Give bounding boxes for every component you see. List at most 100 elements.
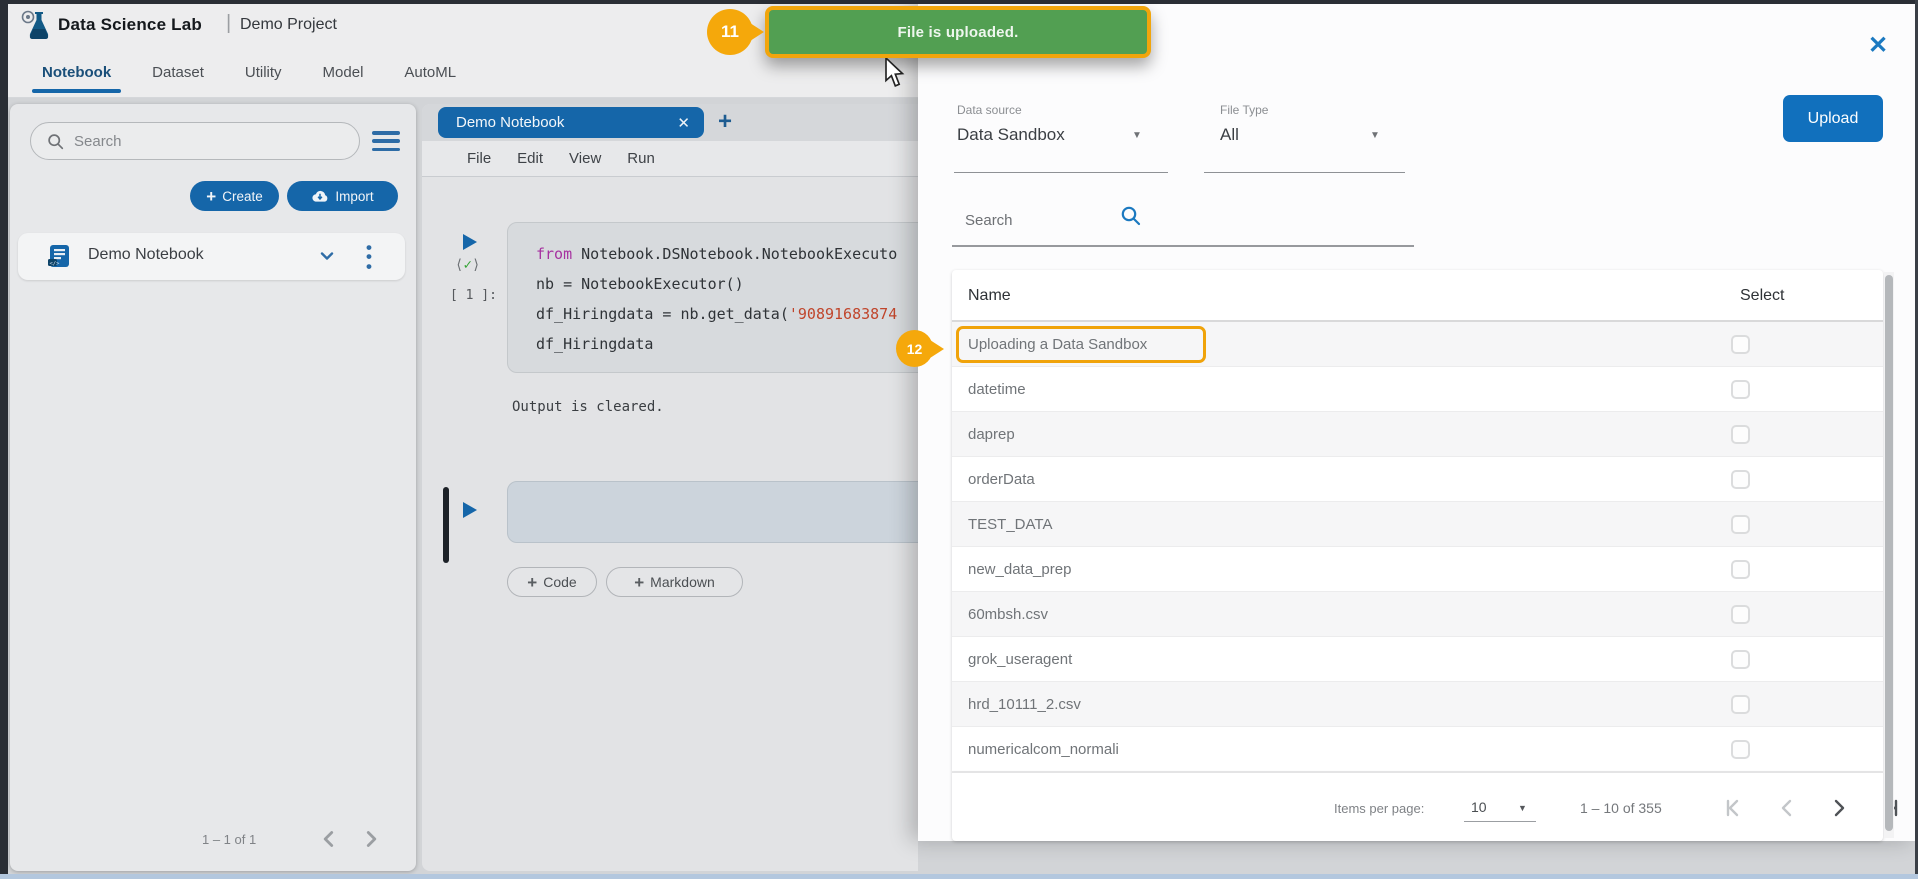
run-cell-button[interactable]	[463, 234, 477, 250]
sidebar-search-placeholder: Search	[74, 133, 122, 150]
dropdown-arrow-icon: ▼	[1132, 130, 1142, 141]
toast-message: File is uploaded.	[898, 24, 1019, 41]
upload-button[interactable]: Upload	[1783, 95, 1883, 142]
plus-icon: +	[634, 574, 644, 591]
svg-text:</>: </>	[50, 261, 61, 267]
code-line: from Notebook.DSNotebook.NotebookExecuto	[536, 239, 918, 269]
row-select-checkbox[interactable]	[1731, 515, 1750, 534]
create-button[interactable]: + Create	[190, 181, 279, 211]
dropdown-arrow-icon[interactable]: ▼	[1518, 803, 1527, 813]
menu-run[interactable]: Run	[627, 150, 655, 167]
search-icon[interactable]	[1120, 205, 1142, 227]
row-name: TEST_DATA	[968, 516, 1052, 533]
column-header-select: Select	[1740, 287, 1784, 305]
app-title: Data Science Lab	[58, 15, 202, 35]
scrollbar-track[interactable]	[1884, 272, 1894, 838]
row-name: 60mbsh.csv	[968, 606, 1048, 623]
new-tab-icon[interactable]: +	[718, 108, 732, 136]
notebook-icon: </>	[46, 243, 72, 269]
file-type-value: All	[1220, 125, 1239, 145]
row-select-checkbox[interactable]	[1731, 380, 1750, 399]
notebook-tab-demo-notebook[interactable]: Demo Notebook ✕	[438, 107, 704, 138]
sidebar-pagination: 1 – 1 of 1	[10, 826, 416, 856]
table-row[interactable]: 60mbsh.csv	[952, 592, 1883, 637]
search-icon	[47, 133, 64, 150]
row-name: orderData	[968, 471, 1035, 488]
cell-executed-icon: ⟨✓⟩	[455, 257, 480, 273]
table-row[interactable]: orderData	[952, 457, 1883, 502]
column-header-name: Name	[968, 287, 1011, 305]
window-frame-left	[0, 0, 8, 879]
table-row[interactable]: Uploading a Data Sandbox	[952, 322, 1883, 367]
notebook-tab-title: Demo Notebook	[456, 114, 677, 131]
dropdown-arrow-icon: ▼	[1370, 130, 1380, 141]
data-source-value: Data Sandbox	[957, 125, 1065, 145]
chevron-down-icon[interactable]	[318, 247, 336, 265]
menu-file[interactable]: File	[467, 150, 491, 167]
annotation-badge-12: 12	[896, 330, 933, 367]
previous-page-icon[interactable]	[316, 826, 342, 852]
import-button[interactable]: Import	[287, 181, 398, 211]
notebook-panel: Demo Notebook ✕ + File Edit View Run ⟨✓⟩ [ …	[422, 104, 918, 871]
row-select-checkbox[interactable]	[1731, 740, 1750, 759]
tab-automl[interactable]: AutoML	[400, 50, 460, 95]
window-frame-top	[0, 0, 1918, 4]
tab-model[interactable]: Model	[319, 50, 368, 95]
close-tab-icon[interactable]: ✕	[677, 114, 690, 132]
code-line: nb = NotebookExecutor()	[536, 269, 918, 299]
plus-icon: +	[206, 188, 216, 205]
row-name: daprep	[968, 426, 1015, 443]
modal-search-underline	[952, 245, 1414, 247]
row-select-checkbox[interactable]	[1731, 650, 1750, 669]
next-page-icon[interactable]	[1826, 795, 1852, 821]
project-name: Demo Project	[240, 16, 337, 34]
notebook-menu-bar: File Edit View Run	[422, 141, 918, 177]
sidebar-item-demo-notebook[interactable]: </> Demo Notebook •••	[18, 233, 405, 280]
cloud-download-icon	[311, 189, 329, 203]
table-row[interactable]: hrd_10111_2.csv	[952, 682, 1883, 727]
app-window: Data Science Lab | Demo Project Notebook…	[0, 0, 1918, 879]
toast-notification: File is uploaded.	[765, 6, 1151, 58]
row-name: hrd_10111_2.csv	[968, 696, 1081, 713]
sidebar-menu-icon[interactable]	[372, 129, 400, 153]
row-select-checkbox[interactable]	[1731, 695, 1750, 714]
tab-dataset[interactable]: Dataset	[148, 50, 208, 95]
first-page-icon[interactable]	[1720, 795, 1746, 821]
tab-utility[interactable]: Utility	[241, 50, 286, 95]
sidebar-pagination-range: 1 – 1 of 1	[202, 832, 256, 847]
code-cell[interactable]: from Notebook.DSNotebook.NotebookExecuto…	[507, 222, 918, 373]
row-select-checkbox[interactable]	[1731, 605, 1750, 624]
table-row[interactable]: new_data_prep	[952, 547, 1883, 592]
previous-page-icon[interactable]	[1774, 795, 1800, 821]
tab-notebook[interactable]: Notebook	[38, 50, 115, 95]
add-code-cell-button[interactable]: + Code	[507, 567, 597, 597]
table-pagination-bar: Items per page: 10 ▼ 1 – 10 of 355	[952, 772, 1883, 841]
items-per-page-value[interactable]: 10	[1471, 799, 1487, 815]
data-sandbox-modal: ✕ Upload Data source Data Sandbox ▼ File…	[918, 0, 1918, 841]
mouse-cursor	[884, 58, 906, 88]
close-icon[interactable]: ✕	[1864, 32, 1892, 60]
table-row[interactable]: datetime	[952, 367, 1883, 412]
menu-edit[interactable]: Edit	[517, 150, 543, 167]
sidebar-search-input[interactable]: Search	[30, 122, 360, 160]
modal-search-input[interactable]: Search	[965, 212, 1013, 229]
table-row[interactable]: grok_useragent	[952, 637, 1883, 682]
table-row[interactable]: daprep	[952, 412, 1883, 457]
add-markdown-cell-button[interactable]: + Markdown	[606, 567, 743, 597]
row-select-checkbox[interactable]	[1731, 425, 1750, 444]
execution-count: [ 1 ]:	[450, 288, 497, 303]
next-page-icon[interactable]	[358, 826, 384, 852]
run-cell-button[interactable]	[463, 502, 477, 518]
row-select-checkbox[interactable]	[1731, 560, 1750, 579]
table-row[interactable]: TEST_DATA	[952, 502, 1883, 547]
kebab-menu-icon[interactable]: •••	[366, 243, 374, 269]
empty-code-cell[interactable]	[507, 481, 918, 543]
menu-view[interactable]: View	[569, 150, 601, 167]
scrollbar-thumb[interactable]	[1885, 275, 1893, 831]
row-select-checkbox[interactable]	[1731, 335, 1750, 354]
title-separator: |	[226, 12, 231, 35]
code-line: df_Hiringdata = nb.get_data('90891683874	[536, 299, 918, 329]
row-select-checkbox[interactable]	[1731, 470, 1750, 489]
plus-icon: +	[527, 574, 537, 591]
table-row[interactable]: numericalcom_normali	[952, 727, 1883, 772]
